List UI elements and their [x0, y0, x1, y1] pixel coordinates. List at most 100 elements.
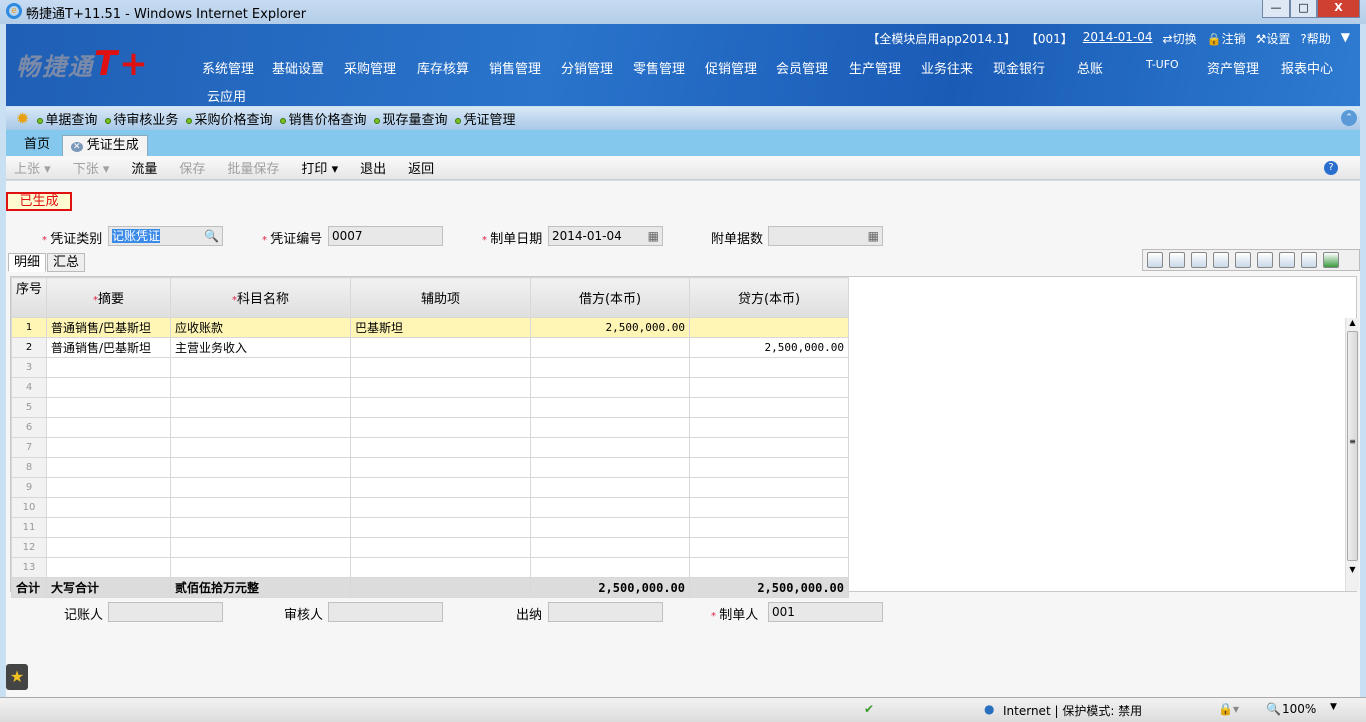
column-header[interactable]: 贷方(本币) [689, 277, 850, 318]
collapse-icon[interactable]: ⌃ [1341, 110, 1357, 126]
cell-aux[interactable] [350, 517, 532, 538]
cell-debit[interactable] [530, 377, 691, 398]
table-row[interactable]: 9 [10, 477, 850, 498]
cell-debit[interactable] [530, 397, 691, 418]
cell-credit[interactable] [689, 317, 850, 338]
column-header[interactable]: 借方(本币) [530, 277, 691, 318]
cell-account[interactable] [170, 497, 352, 518]
table-row[interactable]: 10 [10, 497, 850, 518]
cell-summary[interactable] [46, 357, 172, 378]
menu-item[interactable]: 销售管理 [489, 58, 541, 77]
cell-debit[interactable] [530, 477, 691, 498]
cell-account[interactable] [170, 357, 352, 378]
menu-item[interactable]: 资产管理 [1207, 58, 1259, 77]
cell-debit[interactable] [530, 417, 691, 438]
quick-nav-item[interactable]: 现存量查询 [374, 109, 447, 128]
search-icon[interactable]: 🔍 [204, 227, 219, 245]
cell-aux[interactable] [350, 537, 532, 558]
zoom-dropdown-icon[interactable]: ▼ [1330, 702, 1337, 712]
cell-debit[interactable] [530, 557, 691, 578]
save-button[interactable]: 保存 [179, 158, 205, 177]
menu-item[interactable]: 零售管理 [633, 58, 685, 77]
cell-summary[interactable] [46, 537, 172, 558]
maximize-button[interactable]: □ [1290, 0, 1317, 18]
table-row[interactable]: 1 普通销售/巴基斯坦 应收账款 巴基斯坦 2,500,000.00 [10, 317, 850, 338]
cell-aux[interactable] [350, 457, 532, 478]
cell-aux[interactable] [350, 417, 532, 438]
menu-item[interactable]: 采购管理 [344, 58, 396, 77]
close-button[interactable]: X [1317, 0, 1360, 18]
cell-aux[interactable] [350, 397, 532, 418]
logout-button[interactable]: 🔒注销 [1207, 30, 1246, 47]
cell-credit[interactable] [689, 557, 850, 578]
cell-account[interactable] [170, 517, 352, 538]
cell-debit[interactable] [530, 517, 691, 538]
cell-account[interactable] [170, 437, 352, 458]
quick-nav-item[interactable]: 销售价格查询 [280, 109, 366, 128]
prev-button[interactable]: 上张 ▾ [14, 158, 51, 177]
flow-button[interactable]: 流量 [131, 158, 157, 177]
menu-item[interactable]: T-UFO [1146, 58, 1179, 71]
cell-aux[interactable] [350, 477, 532, 498]
zoom-level[interactable]: 100% [1282, 702, 1316, 716]
menu-item[interactable]: 现金银行 [993, 58, 1045, 77]
cell-summary[interactable] [46, 437, 172, 458]
print-button[interactable]: 打印 ▾ [301, 158, 338, 177]
menu-item[interactable]: 业务往来 [921, 58, 973, 77]
tab-summary[interactable]: 汇总 [47, 253, 86, 272]
cell-account[interactable] [170, 537, 352, 558]
cell-summary[interactable] [46, 477, 172, 498]
cell-credit[interactable] [689, 357, 850, 378]
menu-item[interactable]: 库存核算 [417, 58, 469, 77]
cell-credit[interactable] [689, 477, 850, 498]
scroll-thumb[interactable]: ≡ [1347, 331, 1358, 561]
menu-item[interactable]: 促销管理 [705, 58, 757, 77]
cell-summary[interactable] [46, 417, 172, 438]
calendar-icon[interactable]: ▦ [868, 227, 879, 245]
table-row[interactable]: 2 普通销售/巴基斯坦 主营业务收入 2,500,000.00 [10, 337, 850, 358]
close-tab-icon[interactable]: ✕ [71, 142, 83, 152]
cell-debit[interactable] [530, 357, 691, 378]
column-header[interactable]: 序号 [10, 277, 48, 318]
cell-account[interactable] [170, 557, 352, 578]
batch-save-button[interactable]: 批量保存 [227, 158, 279, 177]
cell-account[interactable] [170, 417, 352, 438]
cell-summary[interactable] [46, 377, 172, 398]
settings-button[interactable]: ⚒设置 [1256, 30, 1291, 47]
dropdown-icon[interactable]: ▼ [1341, 30, 1350, 47]
back-button[interactable]: 返回 [408, 158, 434, 177]
insert-row-icon[interactable] [1235, 252, 1251, 268]
help-icon[interactable]: ? [1324, 161, 1338, 175]
export-excel-icon[interactable] [1323, 252, 1339, 268]
cell-aux[interactable] [350, 437, 532, 458]
cell-aux[interactable]: 巴基斯坦 [350, 317, 532, 338]
table-row[interactable]: 3 [10, 357, 850, 378]
cell-debit[interactable]: 2,500,000.00 [530, 317, 691, 338]
cell-summary[interactable] [46, 397, 172, 418]
help-button[interactable]: ?帮助 [1300, 30, 1330, 47]
cell-credit[interactable] [689, 537, 850, 558]
cell-aux[interactable] [350, 377, 532, 398]
table-row[interactable]: 13 [10, 557, 850, 578]
delete-row-icon[interactable] [1257, 252, 1273, 268]
menu-item[interactable]: 系统管理 [202, 58, 254, 77]
tab-detail[interactable]: 明细 [8, 253, 47, 272]
calendar-icon[interactable]: ▦ [648, 227, 659, 245]
voucher-no-field[interactable]: 0007 [328, 226, 443, 246]
menu-item[interactable]: 基础设置 [272, 58, 324, 77]
next-button[interactable]: 下张 ▾ [73, 158, 110, 177]
cell-debit[interactable] [530, 337, 691, 358]
switch-button[interactable]: ⇄切换 [1163, 30, 1197, 47]
favorites-star-icon[interactable]: ★ [6, 664, 28, 690]
table-row[interactable]: 6 [10, 417, 850, 438]
calculator-icon[interactable] [1191, 252, 1207, 268]
cell-aux[interactable] [350, 557, 532, 578]
cell-account[interactable] [170, 377, 352, 398]
cell-debit[interactable] [530, 437, 691, 458]
cell-summary[interactable] [46, 517, 172, 538]
table-row[interactable]: 11 [10, 517, 850, 538]
query-icon[interactable] [1147, 252, 1163, 268]
cell-credit[interactable] [689, 397, 850, 418]
table-row[interactable]: 5 [10, 397, 850, 418]
cell-summary[interactable]: 普通销售/巴基斯坦 [46, 337, 172, 358]
